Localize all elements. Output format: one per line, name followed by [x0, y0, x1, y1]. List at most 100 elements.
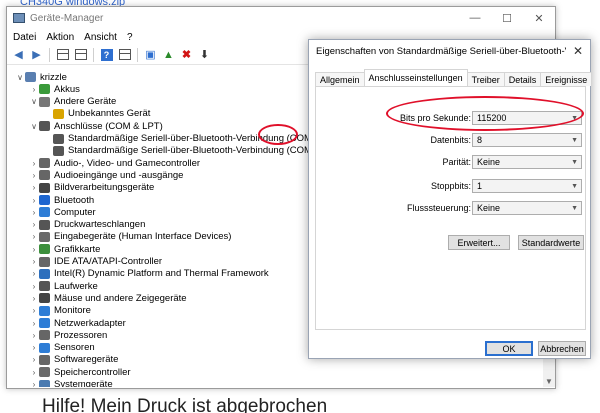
drive-icon — [39, 281, 50, 292]
chevron-right-icon[interactable]: › — [29, 294, 39, 303]
tree-item-label: Standardmäßige Seriell-über-Bluetooth-Ve… — [68, 145, 321, 157]
tree-item[interactable]: › Speichercontroller — [29, 366, 131, 378]
chevron-right-icon[interactable]: › — [29, 85, 39, 94]
stop-bits-select[interactable]: 1 ▼ — [472, 179, 582, 193]
chevron-right-icon[interactable]: › — [29, 183, 39, 192]
tab-allgemein[interactable]: Allgemein — [315, 72, 365, 86]
storage-icon — [39, 367, 50, 378]
tree-item[interactable]: › Druckwarteschlangen — [29, 219, 146, 231]
menu-ansicht[interactable]: Ansicht — [79, 32, 122, 43]
screenshot-stage: CH340G windows.zip Geräte-Manager — ☐ ✕ … — [0, 0, 600, 413]
tree-item-label: Systemgeräte — [54, 379, 113, 387]
tree-item[interactable]: › Grafikkarte — [29, 243, 101, 255]
tab-treiber[interactable]: Treiber — [466, 72, 505, 86]
tree-item[interactable]: ∨ Anschlüsse (COM & LPT) — [29, 120, 163, 132]
chevron-down-icon[interactable]: ∨ — [29, 97, 39, 106]
tree-item-label: IDE ATA/ATAPI-Controller — [54, 256, 163, 267]
dialog-title: Eigenschaften von Standardmäßige Seriell… — [316, 45, 566, 57]
tree-item[interactable]: ∨ krizzle — [15, 71, 67, 83]
chevron-right-icon[interactable]: › — [29, 282, 39, 291]
cancel-button[interactable]: Abbrechen — [538, 341, 586, 356]
tree-item[interactable]: › Eingabegeräte (Human Interface Devices) — [29, 231, 232, 243]
properties-grid-icon[interactable] — [55, 47, 70, 62]
tree-item[interactable]: › Bildverarbeitungsgeräte — [29, 182, 155, 194]
chevron-right-icon[interactable]: › — [29, 331, 39, 340]
ok-button[interactable]: OK — [485, 341, 533, 356]
toolbar-divider — [93, 47, 94, 62]
chevron-right-icon[interactable]: › — [29, 343, 39, 352]
data-bits-label: Datenbits: — [430, 135, 471, 145]
tree-view-icon[interactable] — [73, 47, 88, 62]
device-manager-titlebar[interactable]: Geräte-Manager — ☐ ✕ — [7, 7, 555, 29]
tree-item[interactable]: Standardmäßige Seriell-über-Bluetooth-Ve… — [43, 145, 320, 157]
chevron-right-icon[interactable]: › — [29, 380, 39, 387]
forward-arrow-icon[interactable]: ▶ — [29, 47, 44, 62]
tree-item[interactable]: › Audioeingänge und -ausgänge — [29, 169, 184, 181]
tree-item[interactable]: › IDE ATA/ATAPI-Controller — [29, 256, 162, 268]
dialog-titlebar[interactable]: Eigenschaften von Standardmäßige Seriell… — [309, 40, 590, 62]
chevron-down-icon: ▼ — [571, 182, 578, 190]
tree-item[interactable]: › Laufwerke — [29, 280, 98, 292]
tab-details[interactable]: Details — [503, 72, 542, 86]
background-heading: Hilfe! Mein Druck ist abgebrochen — [42, 396, 328, 413]
tree-item-label: Laufwerke — [54, 280, 98, 292]
menu-help[interactable]: ? — [122, 32, 138, 43]
dialog-close-icon[interactable]: ✕ — [566, 44, 590, 58]
advanced-button[interactable]: Erweitert... — [448, 235, 510, 250]
uninstall-icon[interactable]: ✖ — [179, 47, 194, 62]
data-bits-select[interactable]: 8 ▼ — [472, 133, 582, 147]
tree-item[interactable]: Unbekanntes Gerät — [43, 108, 150, 120]
minimize-button[interactable]: — — [459, 7, 491, 29]
parity-select[interactable]: Keine ▼ — [472, 155, 582, 169]
chevron-right-icon[interactable]: › — [29, 257, 39, 266]
tree-item[interactable]: › Akkus — [29, 83, 80, 95]
tab-anschlusseinstellungen[interactable]: Anschlusseinstellungen — [363, 69, 468, 86]
chevron-right-icon[interactable]: › — [29, 368, 39, 377]
tree-item[interactable]: ∨ Andere Geräte — [29, 96, 116, 108]
flow-control-select[interactable]: Keine ▼ — [472, 201, 582, 215]
scroll-down-icon[interactable]: ▼ — [545, 377, 553, 386]
back-arrow-icon[interactable]: ◀ — [11, 47, 26, 62]
chevron-right-icon[interactable]: › — [29, 159, 39, 168]
maximize-button[interactable]: ☐ — [491, 7, 523, 29]
tree-item[interactable]: › Monitore — [29, 305, 91, 317]
chevron-right-icon[interactable]: › — [29, 171, 39, 180]
tree-item[interactable]: › Softwaregeräte — [29, 354, 119, 366]
help-icon[interactable]: ? — [99, 47, 114, 62]
baud-rate-annotation-oval — [386, 96, 584, 131]
tree-item[interactable]: › Mäuse und andere Zeigegeräte — [29, 292, 187, 304]
tree-item[interactable]: › Audio-, Video- und Gamecontroller — [29, 157, 200, 169]
chevron-right-icon[interactable]: › — [29, 220, 39, 229]
chevron-right-icon[interactable]: › — [29, 232, 39, 241]
chevron-down-icon[interactable]: ∨ — [29, 122, 39, 131]
chevron-right-icon[interactable]: › — [29, 269, 39, 278]
tree-item[interactable]: › Computer — [29, 206, 96, 218]
chevron-right-icon[interactable]: › — [29, 196, 39, 205]
chevron-right-icon[interactable]: › — [29, 355, 39, 364]
tree-item[interactable]: › Intel(R) Dynamic Platform and Thermal F… — [29, 268, 269, 280]
tab-ereignisse[interactable]: Ereignisse — [540, 72, 593, 86]
tree-item[interactable]: › Systemgeräte — [29, 379, 113, 387]
tree-item[interactable]: › Prozessoren — [29, 329, 108, 341]
list-view-icon[interactable] — [117, 47, 132, 62]
tree-item-label: krizzle — [40, 71, 67, 83]
scan-hardware-icon[interactable]: ▣ — [143, 47, 158, 62]
chevron-down-icon[interactable]: ∨ — [15, 73, 25, 82]
download-icon[interactable]: ⬇ — [197, 47, 212, 62]
tree-item[interactable]: › Sensoren — [29, 342, 95, 354]
chevron-right-icon[interactable]: › — [29, 306, 39, 315]
chevron-down-icon: ▼ — [571, 136, 578, 144]
tree-item-label: Grafikkarte — [54, 243, 101, 255]
tree-item[interactable]: › Bluetooth — [29, 194, 95, 206]
close-button[interactable]: ✕ — [523, 7, 555, 29]
tree-item[interactable]: › Netzwerkadapter — [29, 317, 126, 329]
menu-aktion[interactable]: Aktion — [41, 32, 79, 43]
defaults-button[interactable]: Standardwerte — [518, 235, 584, 250]
chevron-right-icon[interactable]: › — [29, 319, 39, 328]
update-driver-icon[interactable]: ▲ — [161, 47, 176, 62]
parity-value: Keine — [477, 157, 501, 167]
chevron-right-icon[interactable]: › — [29, 208, 39, 217]
menu-datei[interactable]: Datei — [8, 32, 41, 43]
chevron-right-icon[interactable]: › — [29, 245, 39, 254]
tree-item-label: Akkus — [54, 83, 80, 95]
